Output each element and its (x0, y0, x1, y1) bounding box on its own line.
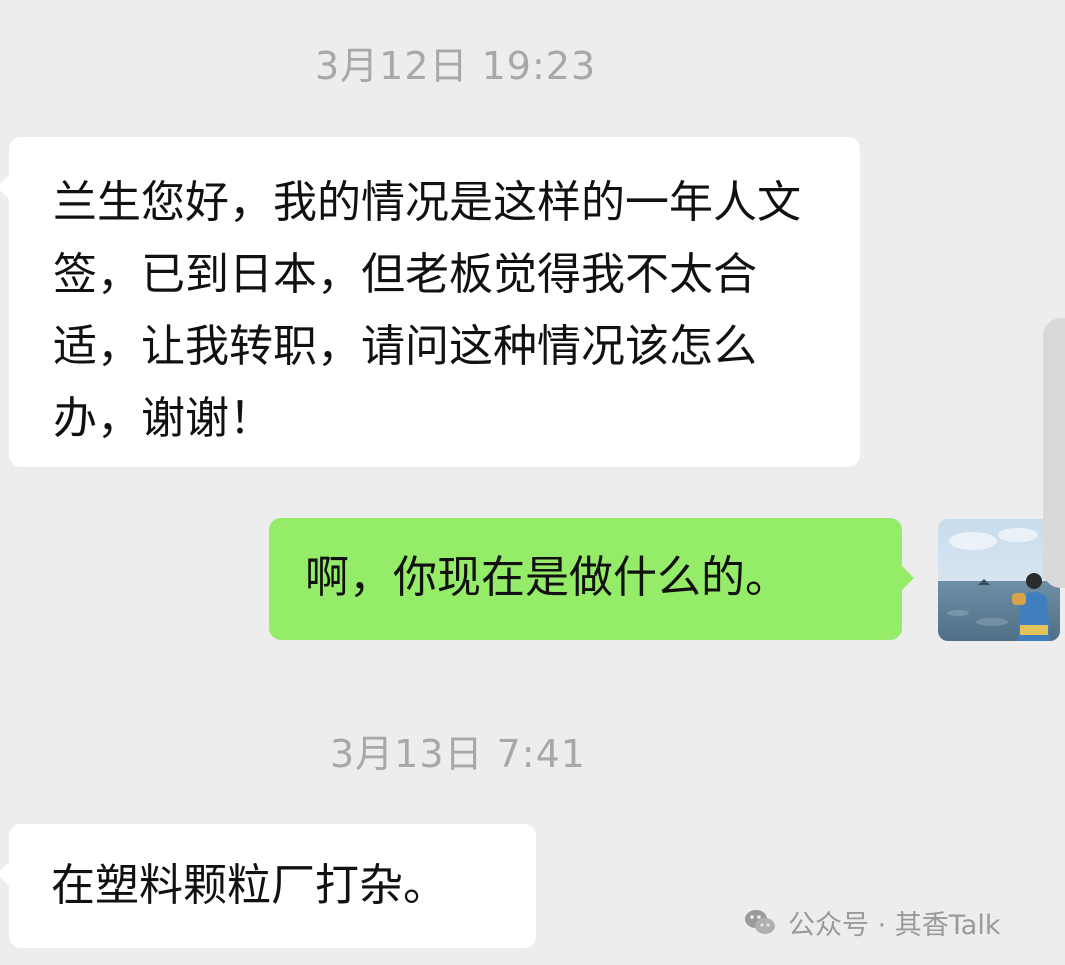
incoming-message-text-2: 在塑料颗粒厂打杂。 (51, 860, 447, 911)
user-avatar-photo-icon (938, 519, 1060, 641)
user-avatar[interactable] (938, 519, 1060, 641)
outgoing-message-bubble-1[interactable]: 啊，你现在是做什么的。 (269, 518, 914, 640)
incoming-message-text-1: 兰生您好，我的情况是这样的一年人文签，已到日本，但老板觉得我不太合适，让我转职，… (53, 177, 801, 444)
incoming-message-bubble-1[interactable]: 兰生您好，我的情况是这样的一年人文签，已到日本，但老板觉得我不太合适，让我转职，… (0, 137, 860, 467)
public-account-watermark: 公众号 · 其香Talk (740, 900, 1000, 944)
side-scroll-handle[interactable] (1043, 318, 1065, 588)
wechat-logo-icon (745, 910, 775, 934)
watermark-label: 公众号 · 其香Talk (788, 909, 1001, 941)
outgoing-message-text-1: 啊，你现在是做什么的。 (305, 552, 789, 603)
timestamp-divider-1: 3月12日 19:23 (315, 44, 597, 88)
timestamp-divider-2: 3月13日 7:41 (330, 732, 586, 776)
incoming-message-bubble-2[interactable]: 在塑料颗粒厂打杂。 (0, 824, 536, 948)
